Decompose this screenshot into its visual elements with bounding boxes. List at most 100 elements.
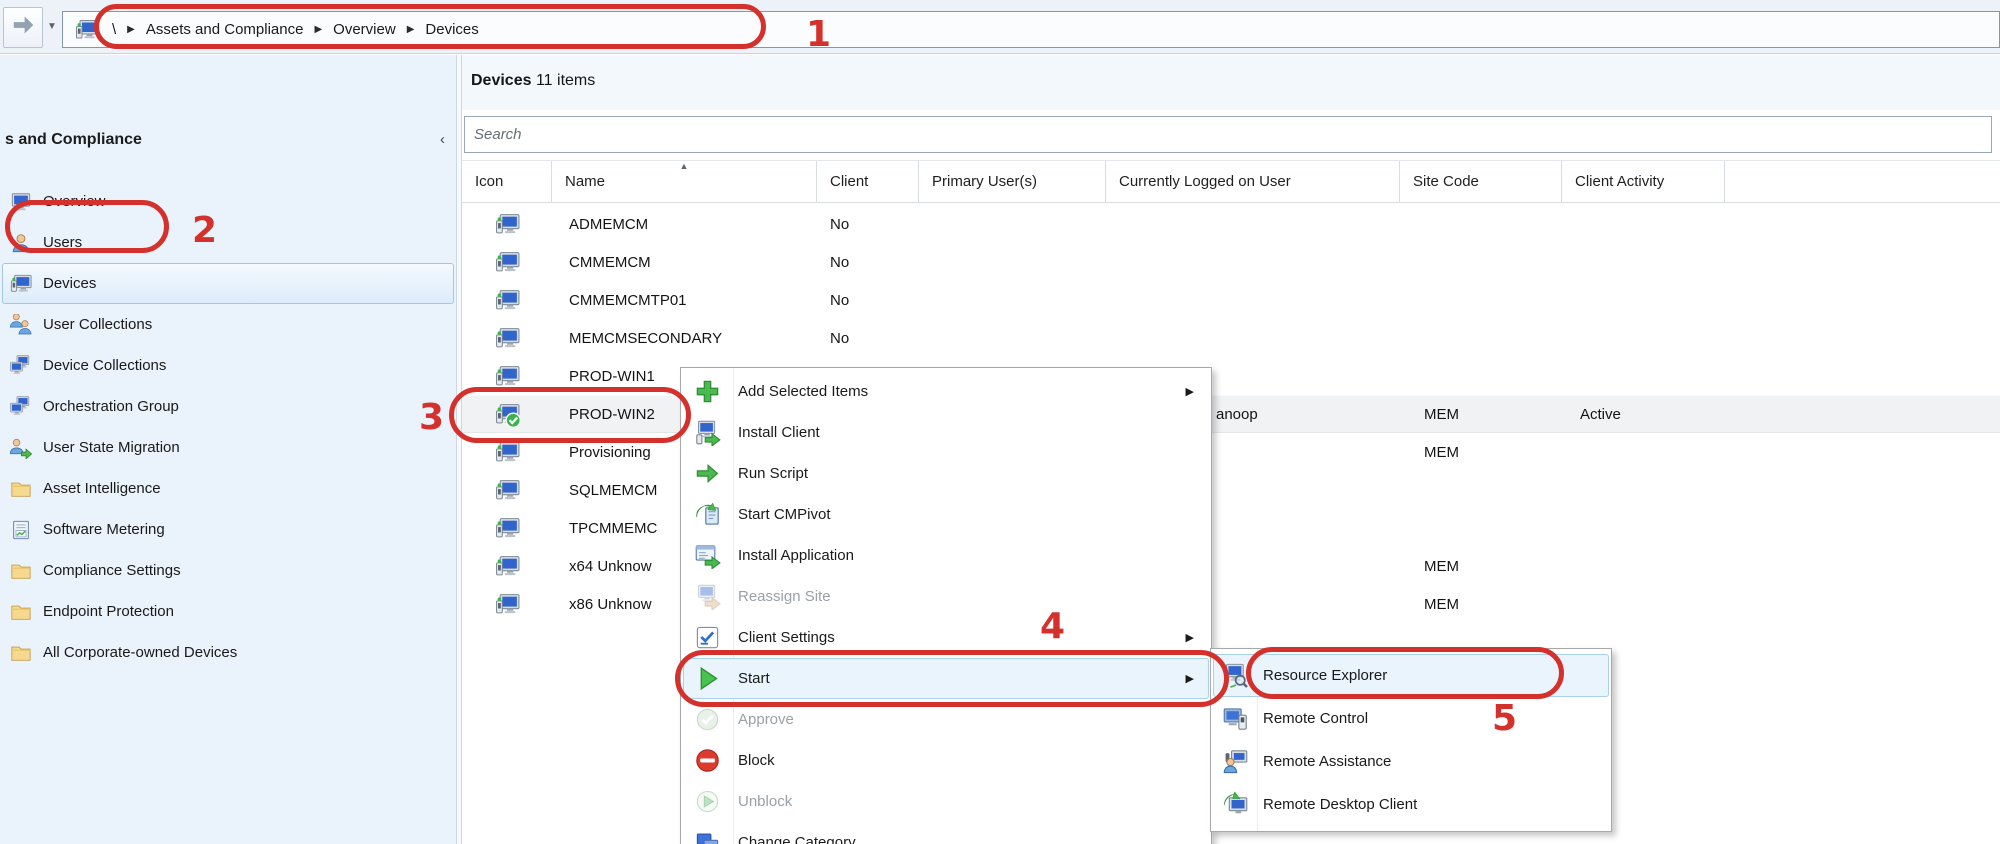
column-header-empty — [1725, 161, 2000, 202]
submenu-item-label: Remote Desktop Client — [1263, 796, 1418, 813]
install-app-icon — [694, 542, 721, 569]
site-code-value: MEM — [1424, 557, 1459, 575]
menu-item-run-script[interactable]: Run Script — [683, 453, 1209, 494]
sidebar-item-label: User State Migration — [43, 439, 180, 456]
sidebar-item-user-state-migration[interactable]: User State Migration — [2, 427, 454, 468]
sidebar-item-label: Orchestration Group — [43, 398, 179, 415]
client-value: No — [830, 253, 850, 271]
menu-item-change-category[interactable]: Change Category — [683, 822, 1209, 844]
device-row-cmmemcmtp01[interactable]: CMMEMCMTP01 No — [462, 281, 2000, 319]
change-category-icon — [694, 829, 721, 844]
toolbar: ▼ \ ▶ Assets and Compliance ▶ Overview ▶ Devic… — [0, 0, 2000, 54]
submenu-item-remote-control[interactable]: Remote Control — [1213, 697, 1609, 740]
device-context-menu: Add Selected Items ▶ Install Client Run Scr… — [680, 367, 1212, 844]
overview-icon — [10, 191, 32, 213]
search-input[interactable] — [467, 119, 1989, 150]
menu-item-label: Install Application — [738, 547, 854, 564]
menu-item-client-settings[interactable]: Client Settings ▶ — [683, 617, 1209, 658]
sidebar: s and Compliance ‹ Overview Users Devices U… — [0, 55, 456, 844]
start-icon — [694, 665, 721, 692]
sidebar-item-label: Devices — [43, 275, 97, 292]
device-icon — [495, 326, 520, 351]
menu-item-block[interactable]: Block — [683, 740, 1209, 781]
submenu-item-remote-assistance[interactable]: Remote Assistance — [1213, 740, 1609, 783]
collapse-panel-icon[interactable]: ‹ — [440, 131, 445, 148]
sidebar-item-device-collections[interactable]: Device Collections — [2, 345, 454, 386]
sidebar-item-label: Software Metering — [43, 521, 165, 538]
breadcrumb-item-assets-and-compliance[interactable]: Assets and Compliance — [146, 21, 304, 38]
submenu-item-resource-explorer[interactable]: Resource Explorer — [1213, 654, 1609, 697]
menu-item-label: Approve — [738, 711, 794, 728]
forward-button[interactable] — [3, 7, 43, 48]
submenu-item-label: Remote Control — [1263, 710, 1369, 727]
device-icon-cell — [462, 440, 552, 465]
client-activity-value: Active — [1580, 405, 1621, 423]
sccm-console: ▼ \ ▶ Assets and Compliance ▶ Overview ▶ Devic… — [0, 0, 2000, 844]
column-header-currently-logged-on-user[interactable]: Currently Logged on User — [1106, 161, 1400, 202]
sidebar-item-orchestration-group[interactable]: Orchestration Group — [2, 386, 454, 427]
sidebar-item-all-corporate-owned-devices[interactable]: All Corporate-owned Devices — [2, 632, 454, 673]
resource-explorer-icon — [1222, 662, 1249, 689]
submenu-arrow-icon: ▶ — [1185, 673, 1194, 685]
device-icon — [495, 592, 520, 617]
submenu-item-remote-desktop-client[interactable]: Remote Desktop Client — [1213, 783, 1609, 826]
device-icon-cell — [462, 250, 552, 275]
device-check-icon — [495, 402, 520, 427]
sidebar-item-user-collections[interactable]: User Collections — [2, 304, 454, 345]
add-icon — [694, 378, 721, 405]
menu-item-label: Start — [738, 670, 770, 687]
site-code-value: MEM — [1424, 405, 1459, 423]
device-row-cmmemcm[interactable]: CMMEMCM No — [462, 243, 2000, 281]
menu-item-add-selected-items[interactable]: Add Selected Items ▶ — [683, 371, 1209, 412]
breadcrumb-root[interactable]: \ — [112, 21, 116, 38]
column-header-site-code[interactable]: Site Code — [1400, 161, 1562, 202]
menu-item-label: Install Client — [738, 424, 820, 441]
device-name: CMMEMCM — [569, 253, 651, 271]
column-header-client[interactable]: Client — [817, 161, 919, 202]
site-code-value: MEM — [1424, 595, 1459, 613]
sidebar-item-endpoint-protection[interactable]: Endpoint Protection — [2, 591, 454, 632]
user-state-migration-icon — [10, 437, 32, 459]
column-header-label: Primary User(s) — [932, 173, 1037, 190]
device-icon-cell — [462, 402, 552, 427]
users-icon — [10, 232, 32, 254]
menu-item-start-cmpivot[interactable]: Start CMPivot — [683, 494, 1209, 535]
client-value: No — [830, 329, 850, 347]
sidebar-item-label: Endpoint Protection — [43, 603, 174, 620]
menu-item-start[interactable]: Start ▶ — [683, 658, 1209, 699]
device-icon — [495, 250, 520, 275]
device-icon-cell — [462, 212, 552, 237]
column-header-name[interactable]: Name ▲ — [552, 161, 817, 202]
column-header-icon[interactable]: Icon — [462, 161, 552, 202]
device-row-memcmsecondary[interactable]: MEMCMSECONDARY No — [462, 319, 2000, 357]
sidebar-item-software-metering[interactable]: Software Metering — [2, 509, 454, 550]
sidebar-item-asset-intelligence[interactable]: Asset Intelligence — [2, 468, 454, 509]
submenu-item-label: Resource Explorer — [1263, 667, 1388, 684]
sidebar-item-users[interactable]: Users — [2, 222, 454, 263]
column-header-primary-user-s[interactable]: Primary User(s) — [919, 161, 1106, 202]
menu-item-label: Change Category — [738, 834, 856, 844]
remote-control-icon — [1222, 705, 1249, 732]
menu-item-label: Start CMPivot — [738, 506, 831, 523]
approve-icon — [694, 706, 721, 733]
breadcrumb-item-overview[interactable]: Overview — [333, 21, 396, 38]
start-submenu: Resource Explorer Remote Control Remote As… — [1210, 648, 1612, 832]
sidebar-item-label: Users — [43, 234, 83, 251]
menu-item-install-client[interactable]: Install Client — [683, 412, 1209, 453]
column-header-label: Currently Logged on User — [1119, 173, 1291, 190]
user-collections-icon — [10, 313, 32, 336]
menu-item-install-application[interactable]: Install Application — [683, 535, 1209, 576]
device-row-admemcm[interactable]: ADMEMCM No — [462, 205, 2000, 243]
breadcrumb: \ ▶ Assets and Compliance ▶ Overview ▶ Devices — [62, 11, 2000, 48]
devices-icon — [10, 273, 32, 295]
nav-dropdown-icon[interactable]: ▼ — [47, 21, 57, 32]
column-header-client-activity[interactable]: Client Activity — [1562, 161, 1725, 202]
folder-icon — [10, 560, 32, 582]
menu-item-label: Reassign Site — [738, 588, 831, 605]
sidebar-item-compliance-settings[interactable]: Compliance Settings — [2, 550, 454, 591]
sidebar-item-overview[interactable]: Overview — [2, 181, 454, 222]
client-settings-icon — [694, 624, 721, 651]
sidebar-item-devices[interactable]: Devices — [2, 263, 454, 304]
client-value: No — [830, 291, 850, 309]
breadcrumb-item-devices[interactable]: Devices — [425, 21, 478, 38]
